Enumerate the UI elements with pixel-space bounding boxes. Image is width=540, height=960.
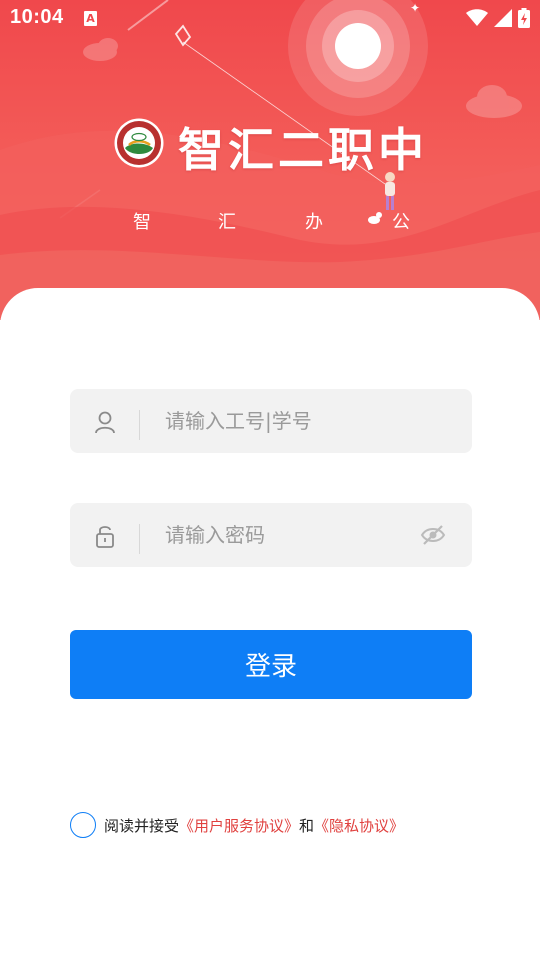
username-field xyxy=(70,389,472,453)
user-icon xyxy=(95,411,115,434)
subtitle-char: 公 xyxy=(392,212,410,233)
wifi-icon xyxy=(466,9,488,26)
password-field xyxy=(70,503,472,567)
agreement-connector: 和 xyxy=(299,816,315,835)
cloud-left-icon xyxy=(83,38,118,61)
subtitle-char: 汇 xyxy=(218,212,236,233)
agreement-prefix: 阅读并接受 xyxy=(104,816,180,835)
battery-icon xyxy=(518,8,530,28)
username-input[interactable] xyxy=(165,401,415,441)
status-icons xyxy=(466,8,530,28)
password-input[interactable] xyxy=(165,515,415,555)
agreement-checkbox[interactable] xyxy=(70,812,96,838)
signal-icon xyxy=(494,9,512,27)
agreement-text: 阅读并接受《用户服务协议》和《隐私协议》 xyxy=(104,815,404,836)
subtitle-char: 办 xyxy=(305,212,323,233)
school-logo xyxy=(114,118,164,168)
privacy-policy-link[interactable]: 《隐私协议》 xyxy=(314,817,404,835)
subtitle: 智 汇 办 公 xyxy=(0,208,540,234)
app-title: 智汇二职中 xyxy=(178,123,428,177)
field-divider xyxy=(139,410,140,440)
login-screen: ✦ 10:04 A 智汇二职中 智 汇 办 公 请输入工号|学号 登录 阅读并接… xyxy=(0,0,540,960)
user-agreement-link[interactable]: 《用户服务协议》 xyxy=(179,817,299,835)
login-button[interactable]: 登录 xyxy=(70,630,472,699)
agreement-row: 阅读并接受《用户服务协议》和《隐私协议》 xyxy=(70,811,404,839)
notification-icon: A xyxy=(84,11,97,26)
status-time: 10:04 xyxy=(10,6,64,28)
status-bar: 10:04 A xyxy=(0,0,540,36)
login-card: 登录 阅读并接受《用户服务协议》和《隐私协议》 xyxy=(0,288,540,960)
field-divider xyxy=(139,524,140,554)
eye-off-icon[interactable] xyxy=(420,523,446,547)
lock-icon xyxy=(96,526,114,548)
subtitle-char: 智 xyxy=(133,212,151,233)
brand: 智汇二职中 xyxy=(0,110,540,180)
